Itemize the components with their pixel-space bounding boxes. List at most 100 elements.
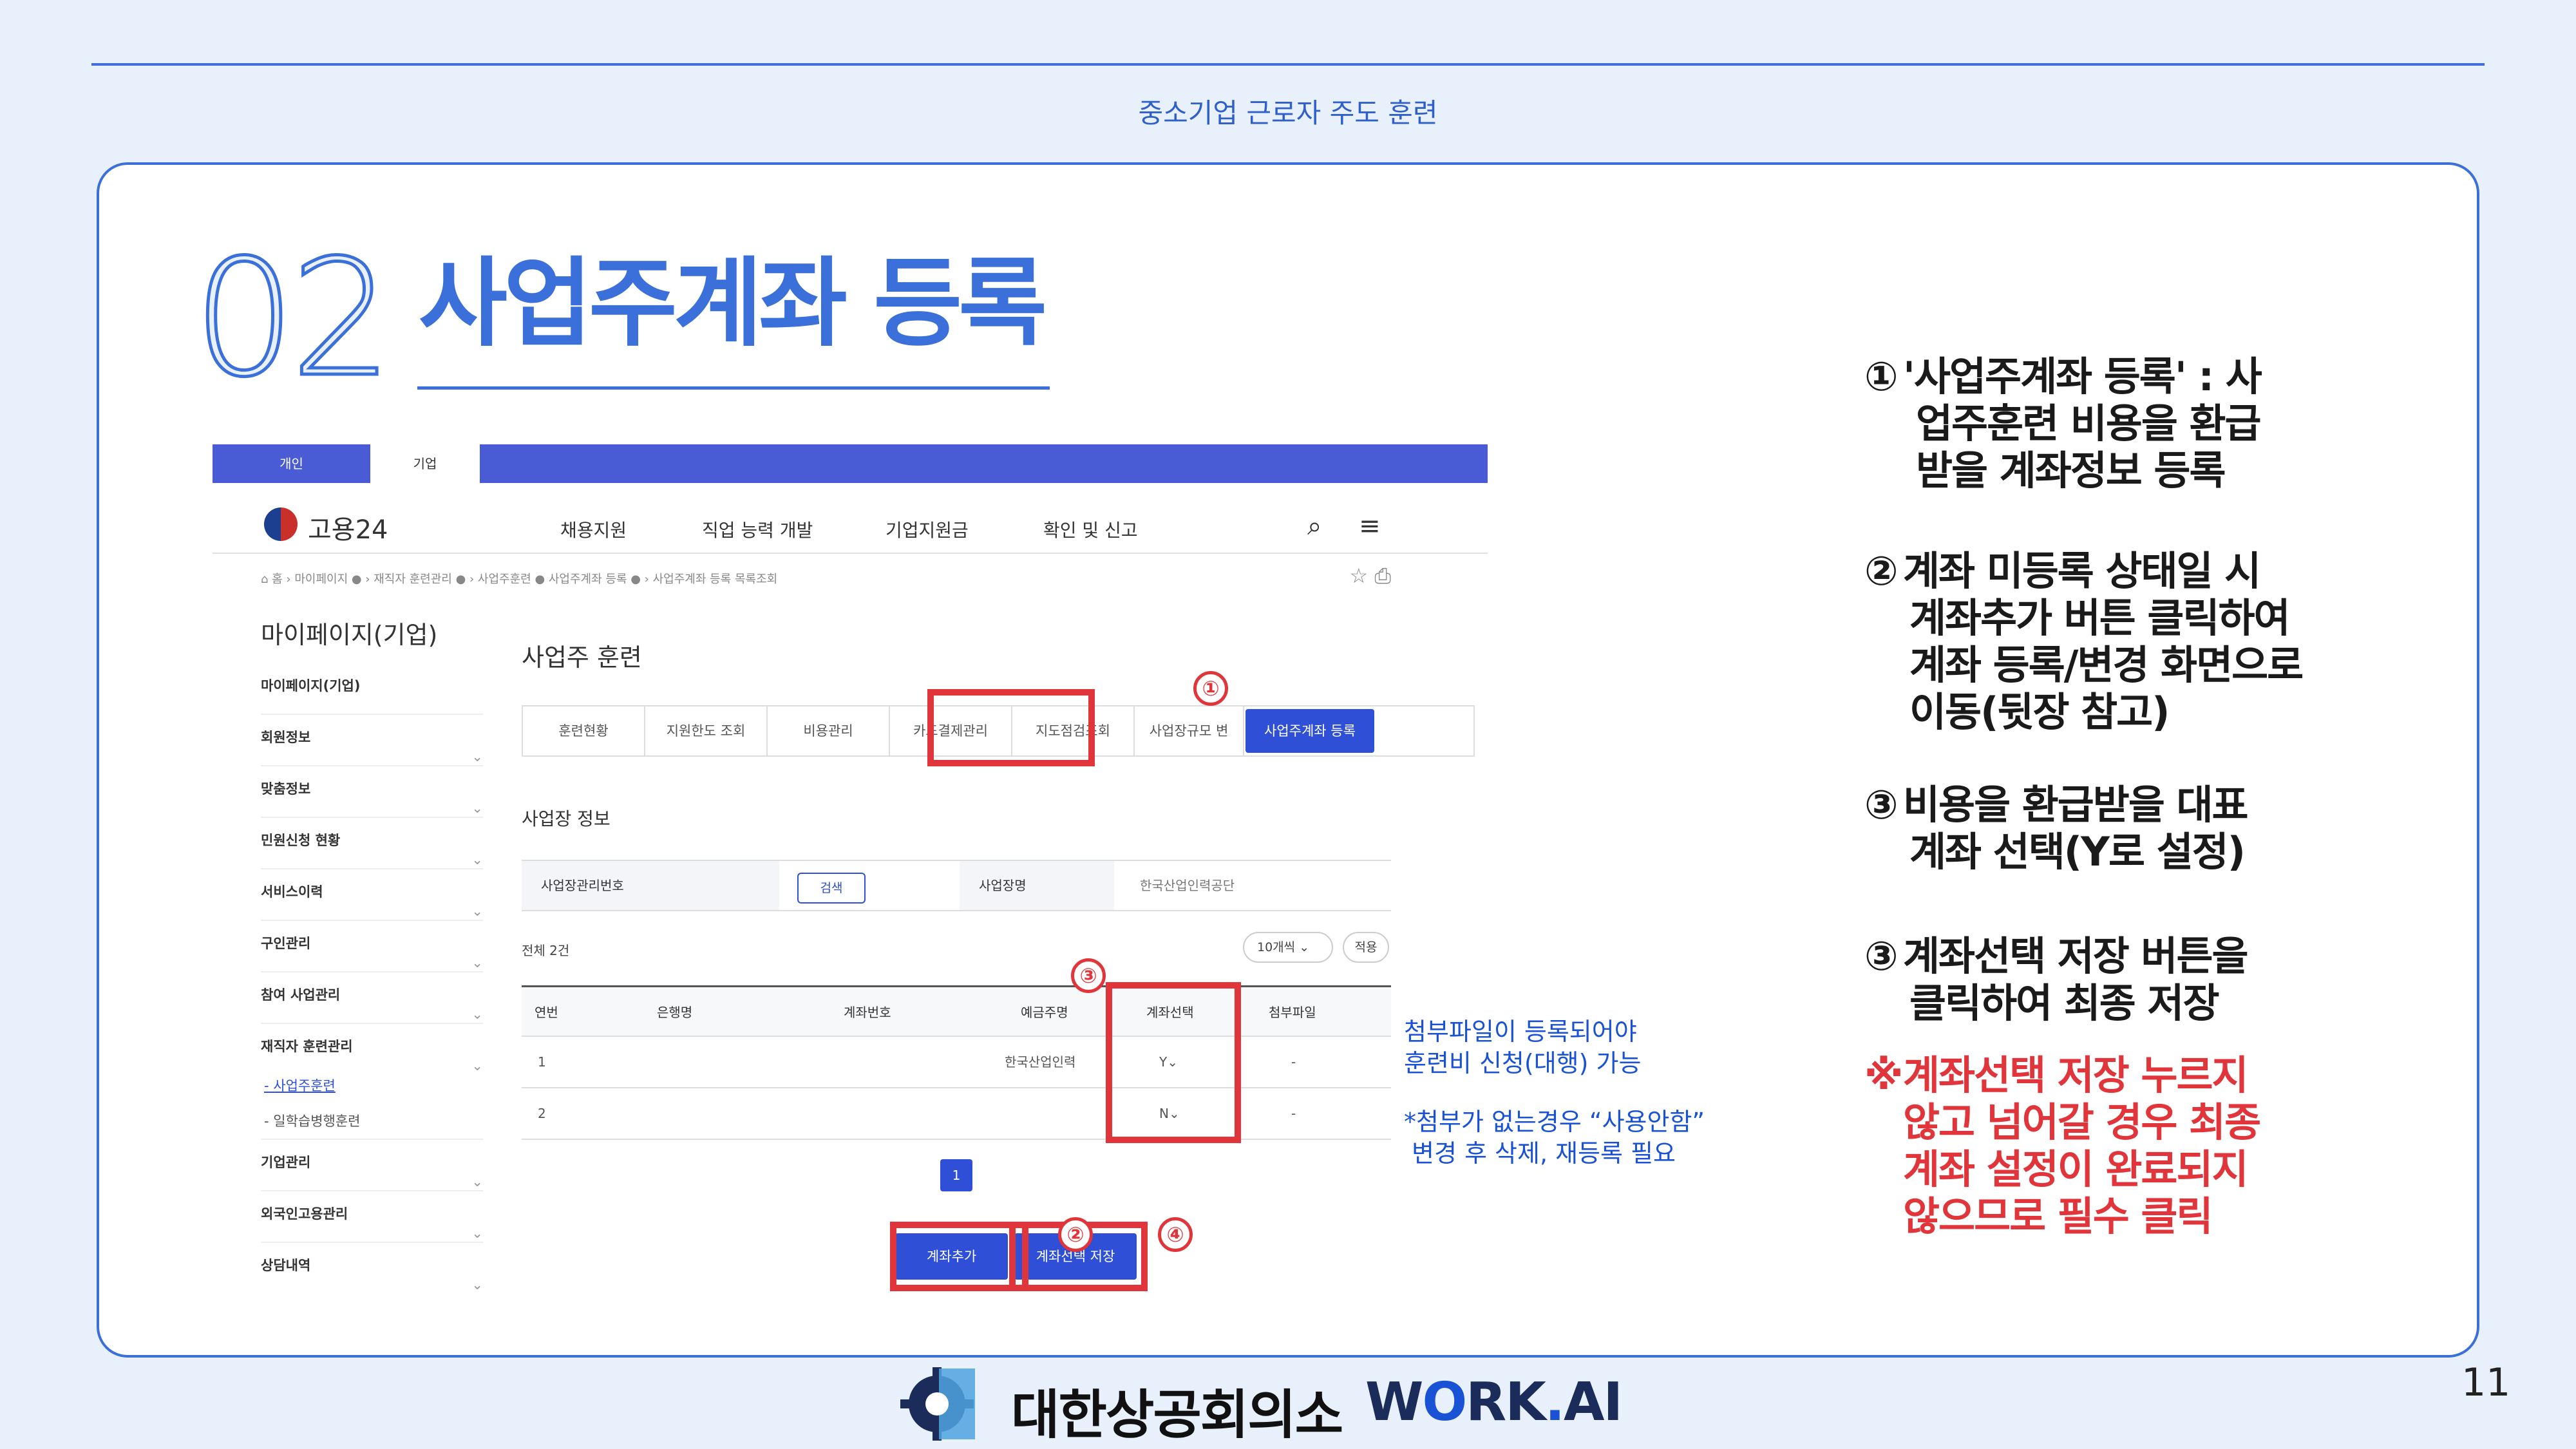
step-line: 계좌선택 저장 버튼을 (1903, 933, 2249, 980)
step-4: ③ 계좌선택 저장 버튼을 클릭하여 최종 저장 (1864, 933, 2249, 1027)
th-attach: 첨부파일 (1269, 1005, 1316, 1020)
logo-part: AI (1564, 1372, 1623, 1433)
logo-part: . (1544, 1372, 1565, 1433)
sidebar-item-label: 상담내역 (261, 1258, 311, 1273)
sidebar-item-member[interactable]: 회원정보 ⌄ (261, 715, 483, 766)
tabbar-fill (480, 444, 1488, 483)
menu-icon[interactable]: ≡ (1359, 511, 1381, 541)
th-bank: 은행명 (657, 1005, 693, 1020)
step-2: ② 계좌 미등록 상태일 시 계좌추가 버튼 클릭하여 계좌 등록/변경 화면으로… (1864, 547, 2304, 736)
attachment-note: 첨부파일이 등록되어야 훈련비 신청(대행) 가능 (1404, 1016, 1641, 1080)
sidebar-item-custom[interactable]: 맞춤정보 ⌄ (261, 766, 483, 818)
cell-holder: 한국산업인력 (1005, 1054, 1076, 1070)
note-line: *첨부가 없는경우 “사용안함” (1404, 1108, 1705, 1136)
site-info-row: 사업장관리번호 검색 사업장명 한국산업인력공단 (522, 860, 1391, 911)
footer-workai-logo: WORK.AI (1365, 1372, 1623, 1433)
sidebar-item-label: 회원정보 (261, 730, 311, 745)
site-info-title: 사업장 정보 (522, 808, 611, 829)
sidebar-item-consult[interactable]: 상담내역 ⌄ (261, 1243, 483, 1294)
no-attachment-note: *첨부가 없는경우 “사용안함” 변경 후 삭제, 재등록 필요 (1404, 1106, 1705, 1170)
gnb-item-jobs[interactable]: 채용지원 (560, 516, 627, 542)
table-header: 연번 은행명 계좌번호 예금주명 계좌선택 첨부파일 (522, 985, 1391, 1037)
marker-2: ② (1058, 1217, 1093, 1252)
apply-button[interactable]: 적용 (1343, 932, 1389, 963)
table-row: 1 한국산업인력 Y⌄ - (522, 1037, 1391, 1088)
info-label-site-name: 사업장명 (960, 861, 1114, 910)
subtab-status[interactable]: 훈련현황 (523, 706, 645, 755)
step-line: 클릭하여 최종 저장 (1909, 980, 2219, 1027)
sidebar-subitem-employer-training[interactable]: - 사업주훈련 (264, 1075, 336, 1095)
sidebar-item-program[interactable]: 참여 사업관리 ⌄ (261, 972, 483, 1024)
cell-no: 1 (538, 1054, 546, 1070)
sidebar-item-label: 구인관리 (261, 936, 311, 951)
perpage-value: 10개씩 (1257, 940, 1296, 954)
step-line: 계좌 등록/변경 화면으로 (1909, 641, 2304, 689)
sidebar-item-foreign[interactable]: 외국인고용관리 ⌄ (261, 1191, 483, 1243)
cell-attach: - (1291, 1106, 1296, 1121)
section-title: 사업주계좌 등록 (419, 248, 1047, 360)
step-line: 비용을 환급받을 대표 (1903, 781, 2249, 828)
section-number: 02 (191, 225, 394, 412)
subtab-cost[interactable]: 비용관리 (768, 706, 890, 755)
sidebar-item-label: 외국인고용관리 (261, 1206, 348, 1222)
sidebar-title: 마이페이지(기업) (261, 621, 438, 649)
gnb-item-report[interactable]: 확인 및 신고 (1043, 516, 1138, 542)
gnb-item-subsidy[interactable]: 기업지원금 (886, 516, 969, 542)
gnb-item-training[interactable]: 직업 능력 개발 (702, 516, 813, 542)
site-screenshot: 개인 기업 고용24 채용지원 직업 능력 개발 기업지원금 확인 및 신고 ⌕… (213, 444, 1488, 1307)
perpage-select[interactable]: 10개씩 ⌄ (1243, 932, 1333, 963)
sidebar-item-label: 재직자 훈련관리 (261, 1039, 353, 1054)
step-line: 않으므로 필수 클릭 (1903, 1193, 2213, 1240)
marker-4: ④ (1158, 1217, 1193, 1252)
chamber-logo-icon (900, 1367, 975, 1441)
step-marker: ③ (1864, 781, 1899, 828)
tab-biz[interactable]: 기업 (370, 444, 480, 483)
logo-part: O (1422, 1372, 1467, 1433)
search-icon[interactable]: ⌕ (1307, 511, 1321, 541)
logo-icon (264, 507, 298, 541)
pagination-page[interactable]: 1 (940, 1159, 972, 1191)
warning-note: ※계좌선택 저장 누르지 않고 넘어갈 경우 최종 계좌 설정이 완료되지 않으… (1864, 1052, 2261, 1240)
step-line: 계좌 미등록 상태일 시 (1903, 547, 2261, 594)
note-line: 훈련비 신청(대행) 가능 (1404, 1049, 1642, 1078)
sidebar-item-home[interactable]: 마이페이지(기업) (261, 663, 483, 715)
chevron-down-icon: ⌄ (471, 1277, 483, 1293)
title-underline (417, 386, 1050, 390)
sidebar-item-recruit[interactable]: 구인관리 ⌄ (261, 921, 483, 972)
sidebar-item-label: 민원신청 현황 (261, 833, 341, 848)
step-line: 업주훈련 비용을 환급 (1916, 400, 2262, 448)
sidebar-subitem-work-study[interactable]: - 일학습병행훈련 (264, 1111, 361, 1130)
step-line: 계좌추가 버튼 클릭하여 (1909, 594, 2291, 642)
chevron-down-icon: ⌄ (1299, 940, 1310, 954)
total-count: 전체 2건 (522, 943, 570, 958)
subtab-limit[interactable]: 지원한도 조회 (645, 706, 768, 755)
subtab-size[interactable]: 사업장규모 변 (1135, 706, 1244, 755)
global-nav: 고용24 채용지원 직업 능력 개발 기업지원금 확인 및 신고 ⌕ ≡ (213, 483, 1488, 554)
tab-user[interactable]: 개인 (213, 444, 370, 483)
sidebar-item-petition[interactable]: 민원신청 현황 ⌄ (261, 818, 483, 869)
th-account: 계좌번호 (844, 1005, 891, 1020)
step-line: 않고 넘어갈 경우 최종 (1903, 1099, 2261, 1146)
marker-1: ① (1193, 671, 1228, 706)
footer-org-name: 대한상공회의소 (1011, 1385, 1343, 1446)
search-button[interactable]: 검색 (797, 873, 866, 904)
logo-part: RK (1466, 1372, 1546, 1433)
step-marker: ③ (1864, 933, 1899, 980)
marker-3: ③ (1071, 958, 1106, 993)
sidebar-item-history[interactable]: 서비스이력 ⌄ (261, 869, 483, 921)
subtab-account-register[interactable]: 사업주계좌 등록 (1245, 709, 1374, 753)
sidebar-item-company[interactable]: 기업관리 ⌄ (261, 1140, 483, 1191)
step-line: 이동(뒷장 참고) (1909, 688, 2170, 736)
warning-marker: ※ (1864, 1052, 1903, 1099)
sidebar-item-label: 서비스이력 (261, 884, 323, 900)
bookmark-print-icons[interactable]: ☆ ⎙ (1350, 564, 1391, 589)
sidebar-item-label: 참여 사업관리 (261, 987, 341, 1003)
highlight-box-1 (927, 689, 1095, 766)
step-line: '사업주계좌 등록' : 사 (1903, 353, 2262, 400)
step-line: 받을 계좌정보 등록 (1916, 447, 2226, 495)
step-line: 계좌 선택(Y로 설정) (1909, 828, 2246, 876)
step-line: 계좌 설정이 완료되지 (1903, 1146, 2249, 1193)
chevron-down-icon: ⌄ (471, 1058, 483, 1074)
site-logo[interactable]: 고용24 (308, 509, 388, 546)
breadcrumb: ⌂ 홈 › 마이페이지 ● › 재직자 훈련관리 ● › 사업주훈련 ● 사업주… (261, 573, 778, 586)
